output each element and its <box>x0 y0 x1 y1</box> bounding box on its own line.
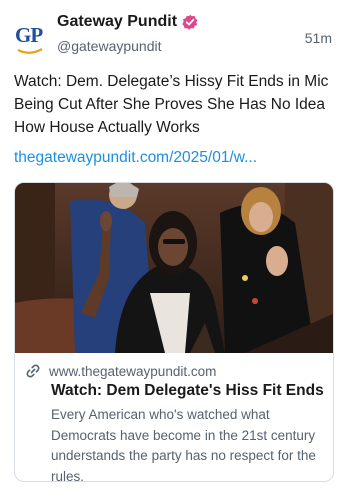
author-handle[interactable]: @gatewaypundit <box>57 38 162 54</box>
card-title[interactable]: Watch: Dem Delegate's Hiss Fit Ends i... <box>51 382 323 400</box>
card-description: Every American who's watched what Democr… <box>51 407 316 482</box>
avatar-monogram: GP <box>15 23 43 47</box>
post-timestamp[interactable]: 51m <box>305 30 332 46</box>
author-name[interactable]: Gateway Pundit <box>57 13 177 31</box>
link-preview-card[interactable]: www.thegatewaypundit.com Watch: Dem Dele… <box>14 182 334 482</box>
avatar-swoosh <box>17 48 43 54</box>
link-icon <box>26 364 40 378</box>
card-body[interactable]: www.thegatewaypundit.com Watch: Dem Dele… <box>15 353 333 481</box>
card-domain-row: www.thegatewaypundit.com <box>25 363 216 379</box>
card-domain: www.thegatewaypundit.com <box>49 363 217 379</box>
avatar[interactable]: GP <box>14 20 46 60</box>
verified-badge-icon <box>182 14 198 30</box>
post-text: Watch: Dem. Delegate’s Hissy Fit Ends in… <box>14 73 329 136</box>
post-link[interactable]: thegatewaypundit.com/2025/01/w... <box>14 149 336 167</box>
card-image[interactable] <box>15 183 333 353</box>
author-row: Gateway Pundit <box>57 13 198 31</box>
post-header: GP Gateway Pundit @gatewaypundit 51m <box>0 0 348 60</box>
